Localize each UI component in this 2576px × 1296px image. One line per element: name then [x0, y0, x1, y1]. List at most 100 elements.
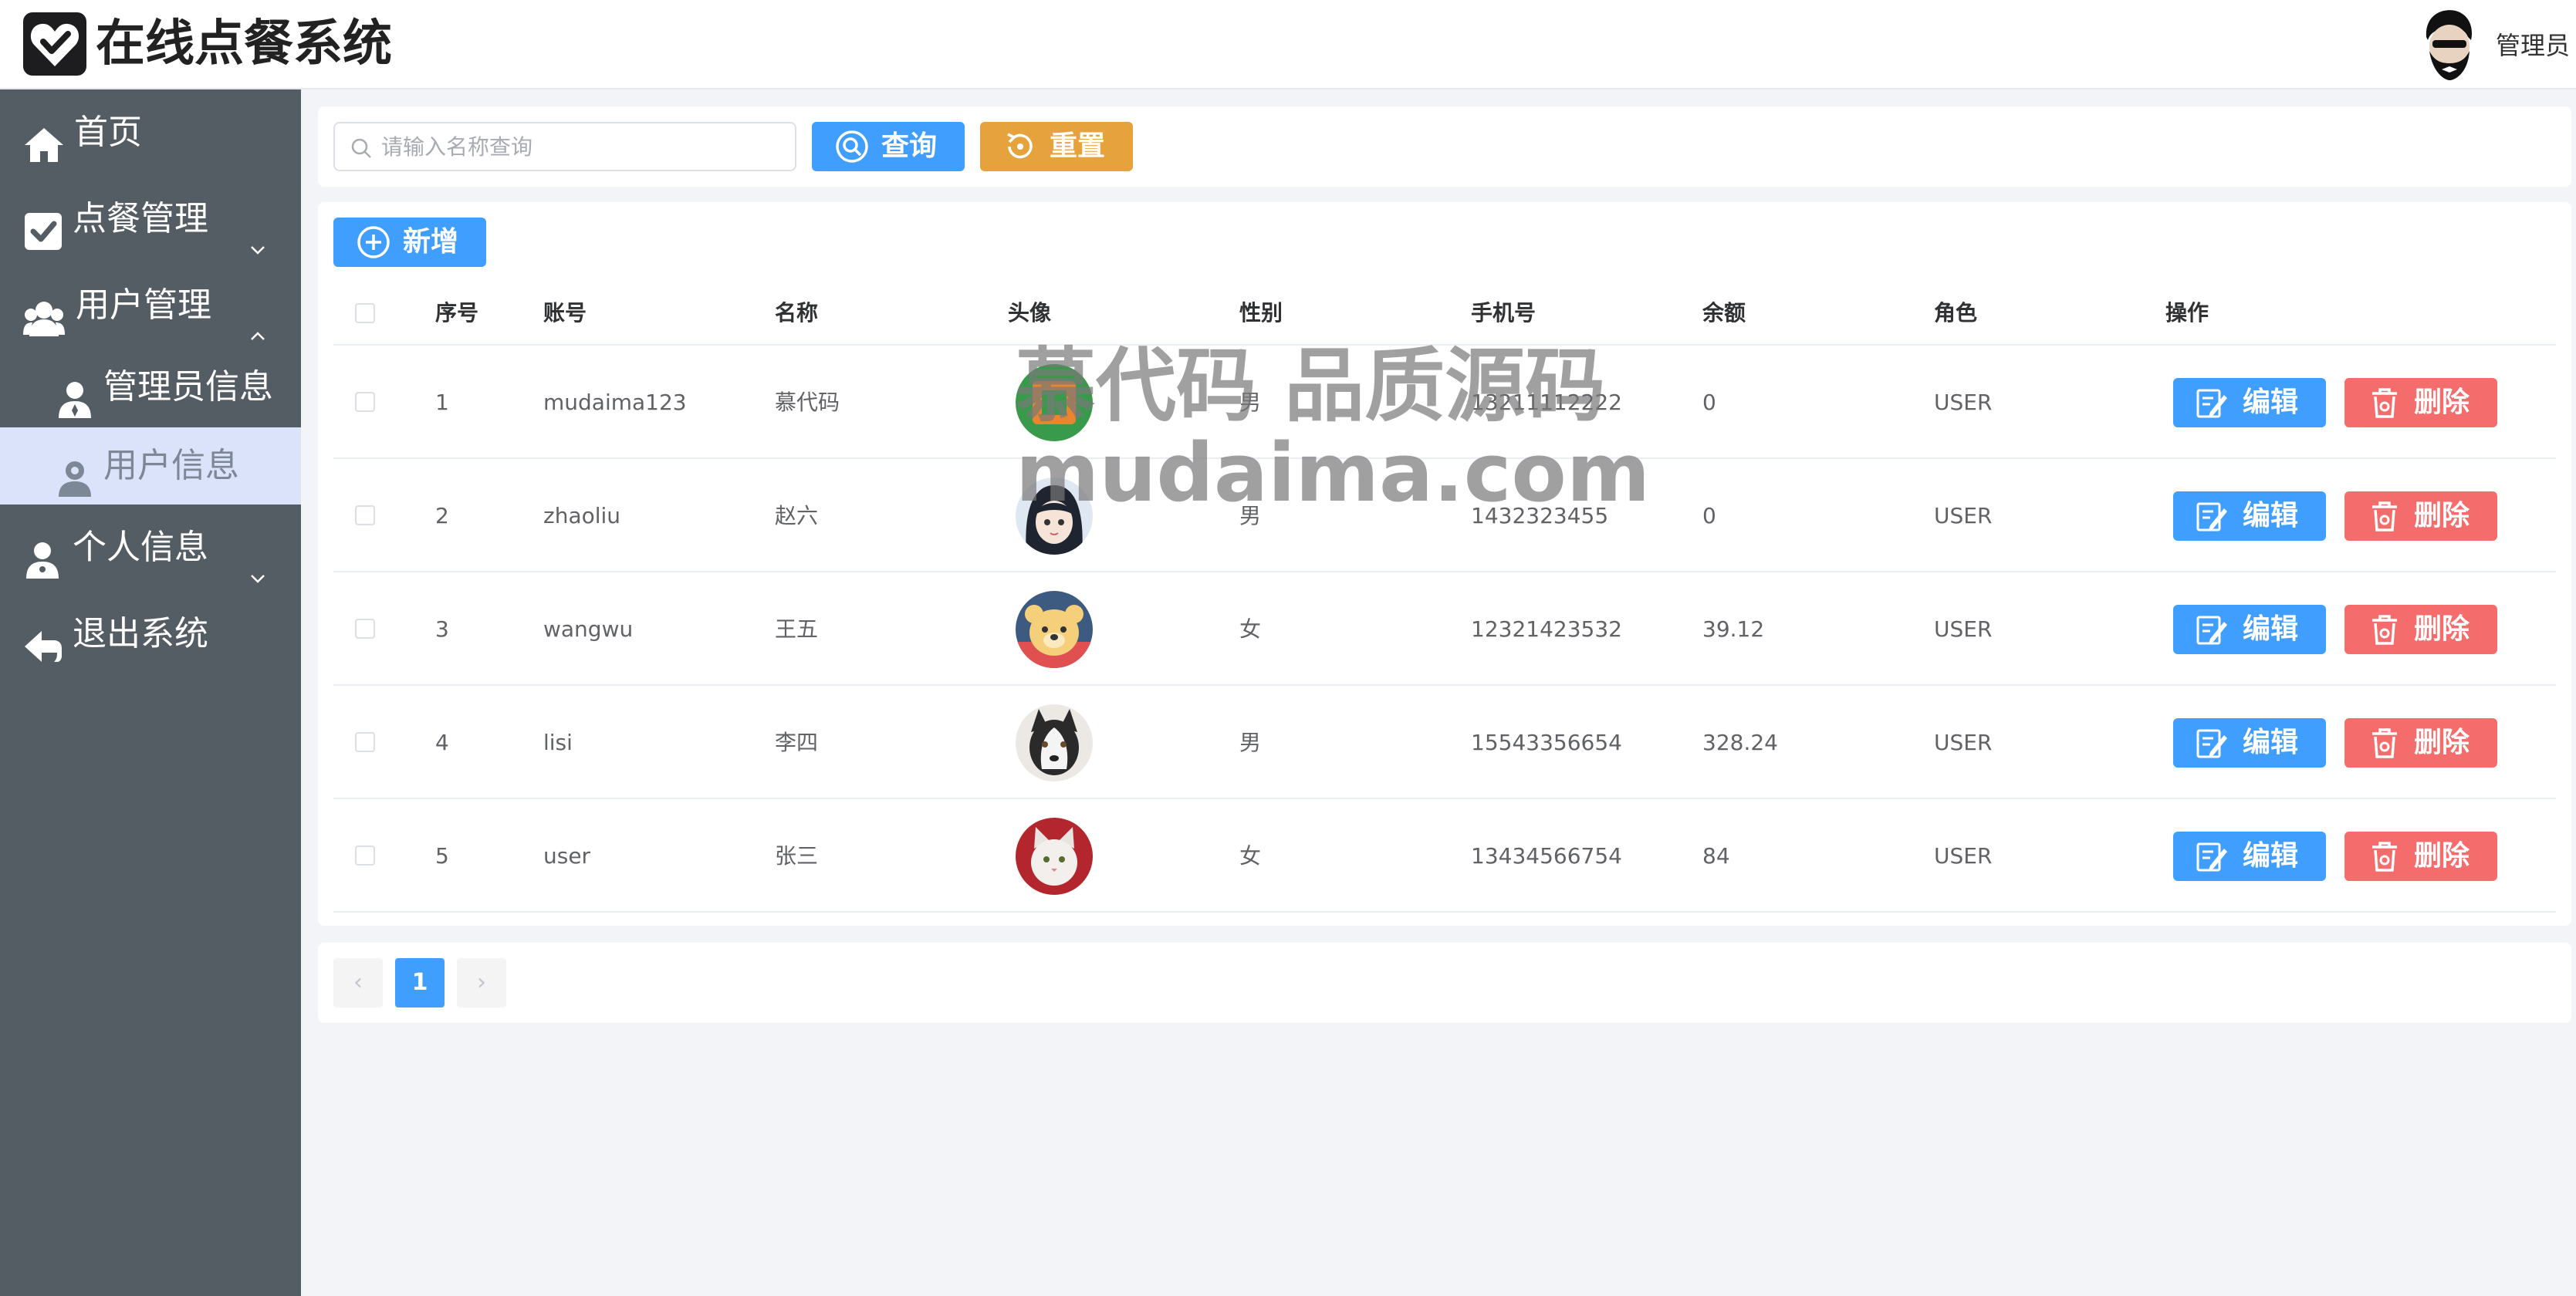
delete-button-label: 删除 [2414, 500, 2470, 532]
sidebar-item-label: 点餐管理 [73, 199, 208, 238]
cat-avatar [1016, 818, 1093, 895]
row-balance: 84 [1702, 843, 1730, 869]
sidebar-item-order-management[interactable]: 点餐管理 [0, 181, 301, 258]
admin-user-icon [54, 369, 96, 418]
row-balance: 0 [1702, 390, 1716, 415]
delete-button[interactable]: 删除 [2344, 718, 2497, 768]
edit-button-label: 编辑 [2243, 840, 2299, 872]
table-row: 3 wangwu 王五 女 12321423532 39.12 USER 编辑 … [333, 572, 2556, 686]
edit-button[interactable]: 编辑 [2173, 491, 2326, 541]
row-phone: 12321423532 [1471, 616, 1622, 642]
edit-button[interactable]: 编辑 [2173, 605, 2326, 654]
table-row: 5 user 张三 女 13434566754 84 USER 编辑 删除 [333, 799, 2556, 913]
app-title: 在线点餐系统 [96, 15, 392, 73]
edit-icon [2195, 839, 2229, 873]
search-input[interactable] [381, 131, 783, 162]
row-account: mudaima123 [543, 390, 687, 415]
search-icon [350, 137, 372, 159]
row-role: USER [1934, 843, 1993, 869]
refresh-icon [1003, 130, 1037, 164]
row-role: USER [1934, 616, 1993, 642]
edit-button[interactable]: 编辑 [2173, 378, 2326, 427]
row-balance: 0 [1702, 503, 1716, 528]
row-id: 4 [435, 730, 449, 755]
trash-icon [2368, 726, 2402, 760]
row-checkbox[interactable] [355, 505, 375, 525]
column-header: 账号 [543, 300, 587, 326]
edit-icon [2195, 726, 2229, 760]
delete-button[interactable]: 删除 [2344, 605, 2497, 654]
prev-page-button[interactable]: ‹ [333, 958, 383, 1007]
edit-button-label: 编辑 [2243, 613, 2299, 645]
row-gender: 女 [1239, 616, 1262, 642]
pagination: ‹ 1 › [318, 943, 2571, 1023]
delete-button[interactable]: 删除 [2344, 832, 2497, 881]
delete-button[interactable]: 删除 [2344, 491, 2497, 541]
sidebar-item-home[interactable]: 首页 [0, 94, 301, 171]
edit-button-label: 编辑 [2243, 386, 2299, 418]
user-pin-icon [54, 447, 96, 497]
row-role: USER [1934, 730, 1993, 755]
delete-button-label: 删除 [2414, 386, 2470, 418]
search-input-wrapper[interactable] [333, 122, 796, 171]
person-icon [23, 529, 65, 579]
edit-button-label: 编辑 [2243, 500, 2299, 532]
sidebar-item-user-info[interactable]: 用户信息 [0, 427, 301, 505]
column-header: 余额 [1702, 300, 1746, 326]
users-icon [23, 287, 65, 336]
admin-name[interactable]: 管理员 [2496, 26, 2570, 62]
row-phone: 15543356654 [1471, 730, 1622, 755]
query-button[interactable]: 查询 [812, 122, 965, 171]
sidebar-item-label: 管理员信息 [103, 367, 273, 407]
edit-icon [2195, 613, 2229, 646]
sidebar-item-label: 用户管理 [76, 285, 211, 325]
plus-circle-icon [357, 225, 390, 259]
add-button-label: 新增 [403, 226, 459, 258]
sidebar-item-admin-info[interactable]: 管理员信息 [0, 349, 301, 426]
next-page-button[interactable]: › [457, 958, 506, 1007]
trash-icon [2368, 613, 2402, 646]
trash-icon [2368, 839, 2402, 873]
delete-button[interactable]: 删除 [2344, 378, 2497, 427]
reset-button[interactable]: 重置 [980, 122, 1133, 171]
row-checkbox[interactable] [355, 732, 375, 752]
edit-icon [2195, 499, 2229, 533]
row-role: USER [1934, 503, 1993, 528]
sidebar-item-label: 个人信息 [73, 528, 208, 567]
sidebar-item-user-management[interactable]: 用户管理 [0, 267, 301, 344]
sidebar-item-label: 首页 [74, 113, 142, 152]
row-account: user [543, 843, 591, 869]
row-name: 赵六 [775, 503, 819, 528]
bear-avatar [1016, 591, 1093, 668]
edit-button-label: 编辑 [2243, 727, 2299, 758]
search-icon [835, 130, 869, 164]
search-bar: 查询 重置 [318, 106, 2571, 187]
top-header: 在线点餐系统 管理员 [0, 0, 2576, 89]
page-number-button[interactable]: 1 [395, 958, 445, 1007]
husky-avatar [1016, 704, 1093, 781]
row-name: 张三 [775, 843, 819, 869]
sidebar-item-logout[interactable]: 退出系统 [0, 596, 301, 673]
row-checkbox[interactable] [355, 619, 375, 639]
sidebar-item-personal-info[interactable]: 个人信息 [0, 509, 301, 586]
row-checkbox[interactable] [355, 845, 375, 866]
row-checkbox[interactable] [355, 392, 375, 412]
check-square-icon [23, 201, 65, 250]
trash-icon [2368, 386, 2402, 420]
sidebar: 首页 点餐管理 用户管理 管理员信息 用户信息 个人信息 退出系统 [0, 89, 301, 1296]
query-button-label: 查询 [881, 130, 938, 162]
add-button[interactable]: 新增 [333, 218, 486, 267]
table-card: 新增 序号 账号 名称 头像 性别 手机号 余额 角色 操作 1 mudaima… [318, 202, 2571, 926]
row-account: lisi [543, 730, 573, 755]
row-phone: 13434566754 [1471, 843, 1622, 869]
admin-avatar[interactable] [2411, 6, 2485, 83]
column-header: 名称 [775, 300, 819, 326]
row-name: 王五 [775, 616, 819, 642]
sidebar-item-label: 用户信息 [103, 446, 239, 485]
select-all-checkbox[interactable] [355, 303, 375, 323]
edit-button[interactable]: 编辑 [2173, 832, 2326, 881]
edit-button[interactable]: 编辑 [2173, 718, 2326, 768]
row-id: 5 [435, 843, 449, 869]
trash-icon [2368, 499, 2402, 533]
table-row: 4 lisi 李四 男 15543356654 328.24 USER 编辑 删… [333, 686, 2556, 799]
